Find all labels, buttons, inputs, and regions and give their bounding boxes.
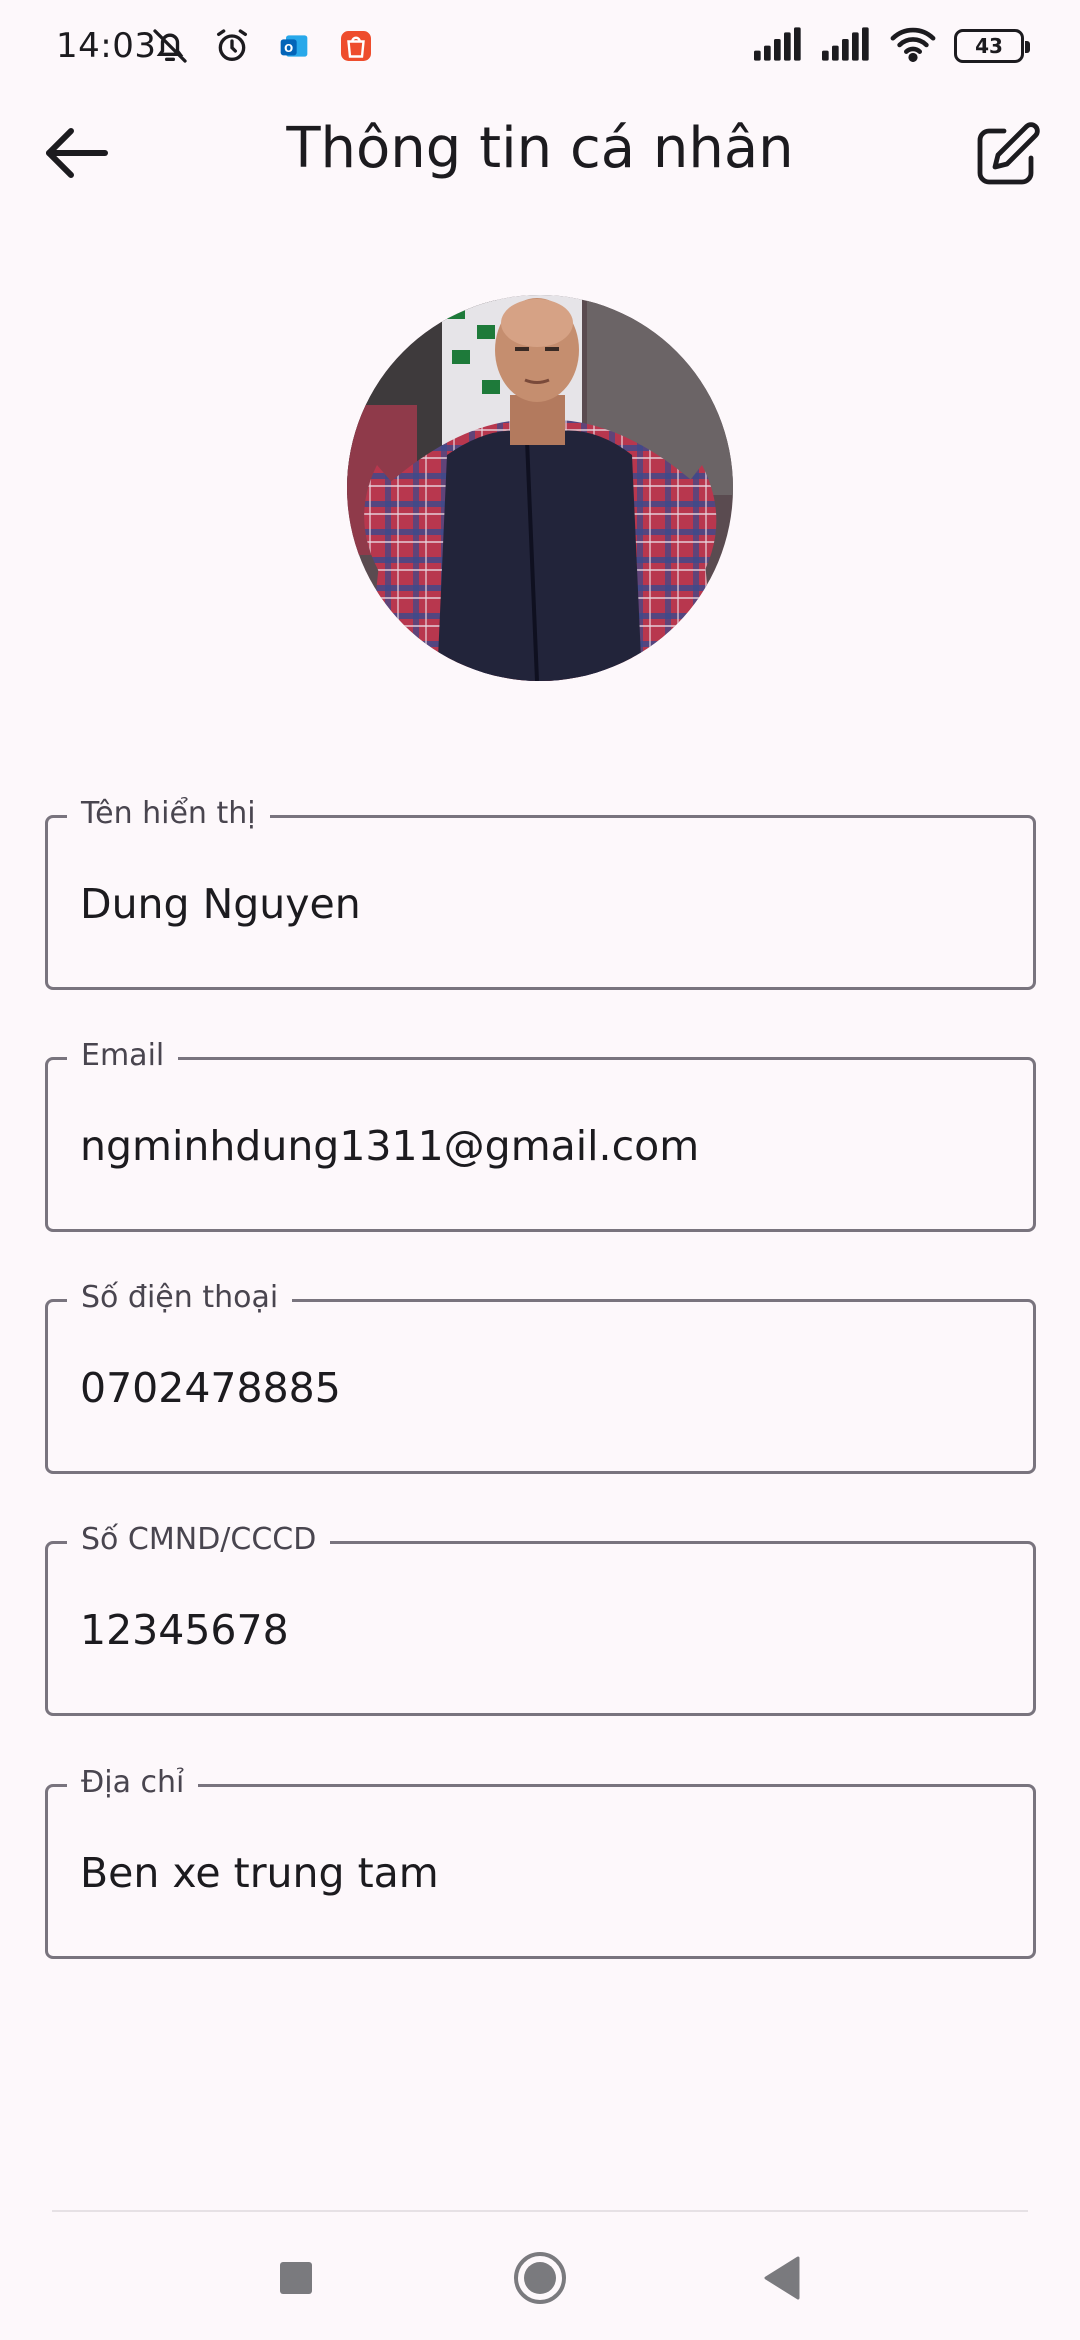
id-number-label: Số CMND/CCCD xyxy=(67,1522,331,1557)
avatar[interactable] xyxy=(347,295,733,681)
wifi-icon xyxy=(890,26,936,66)
signal-icon xyxy=(754,27,804,65)
recents-button[interactable] xyxy=(260,2242,332,2314)
home-button[interactable] xyxy=(504,2242,576,2314)
phone-value: 0702478885 xyxy=(80,1364,341,1412)
home-circle-icon xyxy=(514,2252,566,2304)
address-value: Ben xe trung tam xyxy=(80,1849,439,1897)
battery-indicator: 43 xyxy=(954,29,1030,63)
recents-square-icon xyxy=(280,2262,312,2294)
app-bar: Thông tin cá nhân xyxy=(0,96,1080,208)
signal-icon xyxy=(822,27,872,65)
display-name-label: Tên hiển thị xyxy=(67,796,270,831)
phone-label: Số điện thoại xyxy=(67,1280,293,1315)
email-value: ngminhdung1311@gmail.com xyxy=(80,1122,700,1170)
display-name-field[interactable]: Tên hiển thị Dung Nguyen xyxy=(45,796,1036,990)
status-system-icons: 43 xyxy=(754,26,1030,66)
display-name-value: Dung Nguyen xyxy=(80,880,361,928)
email-label: Email xyxy=(67,1038,179,1073)
profile-photo-image xyxy=(347,295,733,681)
back-nav-button[interactable] xyxy=(746,2242,818,2314)
page-title: Thông tin cá nhân xyxy=(286,116,794,181)
email-field[interactable]: Email ngminhdung1311@gmail.com xyxy=(45,1038,1036,1232)
phone-field[interactable]: Số điện thoại 0702478885 xyxy=(45,1280,1036,1474)
shopee-app-icon xyxy=(334,24,378,68)
alarm-clock-icon xyxy=(210,24,254,68)
svg-text:O: O xyxy=(284,42,293,55)
status-time: 14:03 xyxy=(56,26,157,66)
outlook-app-icon: O xyxy=(272,24,316,68)
system-nav-bar xyxy=(0,2212,1080,2340)
bell-off-icon xyxy=(148,24,192,68)
id-number-value: 12345678 xyxy=(80,1606,289,1654)
address-label: Địa chỉ xyxy=(67,1765,199,1800)
edit-icon xyxy=(977,122,1040,185)
status-bar: 14:03 O 43 xyxy=(0,0,1080,96)
edit-button[interactable] xyxy=(962,110,1052,200)
status-notification-icons: O xyxy=(148,24,378,68)
back-triangle-icon xyxy=(764,2256,800,2300)
id-number-field[interactable]: Số CMND/CCCD 12345678 xyxy=(45,1522,1036,1716)
address-field[interactable]: Địa chỉ Ben xe trung tam xyxy=(45,1765,1036,1959)
